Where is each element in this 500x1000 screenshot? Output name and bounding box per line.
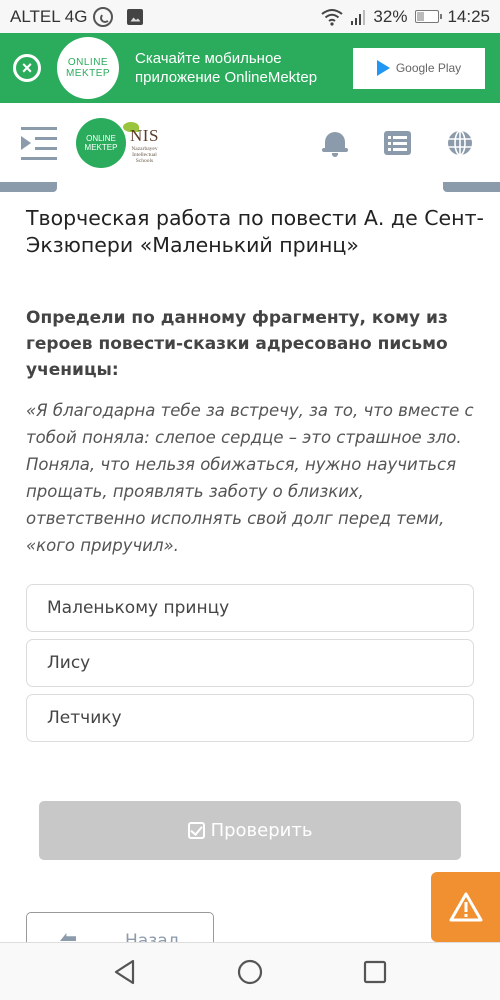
nav-back-icon	[114, 959, 135, 984]
app-download-banner: × ONLINE MEKTEP Скачайте мобильное прило…	[0, 33, 500, 103]
google-play-icon	[376, 60, 390, 76]
previous-tab-edge[interactable]	[0, 182, 57, 192]
check-button-label: Проверить	[210, 820, 313, 841]
warning-icon	[449, 892, 482, 922]
back-arrow-icon	[60, 933, 76, 941]
page-title: Творческая работа по повести А. де Сент-…	[26, 206, 484, 257]
nav-home-icon	[237, 959, 263, 984]
language-globe-icon[interactable]	[447, 130, 473, 156]
answer-option-label: Летчику	[47, 708, 122, 728]
next-tab-edge[interactable]	[443, 182, 500, 192]
logo-line-2: MEKTEP	[65, 68, 111, 79]
answer-options: Маленькому принцу Лису Летчику	[26, 584, 474, 742]
onlinemektep-logo: ONLINE MEKTEP	[57, 37, 119, 99]
answer-option[interactable]: Летчику	[26, 694, 474, 742]
nav-recents-icon	[363, 960, 387, 983]
battery-percent: 32%	[373, 6, 408, 26]
nav-home-button[interactable]	[188, 959, 313, 985]
carrier-label: ALTEL 4G	[10, 6, 88, 26]
nav-recents-button[interactable]	[313, 960, 438, 984]
close-banner-button[interactable]: ×	[13, 54, 41, 82]
header-logo-line-2: MEKTEP	[84, 143, 118, 152]
menu-toggle-icon[interactable]	[21, 126, 57, 160]
list-icon[interactable]	[384, 131, 411, 155]
nis-title: NIS	[130, 126, 159, 145]
report-problem-button[interactable]	[431, 872, 500, 942]
notifications-bell-icon[interactable]	[322, 129, 348, 157]
system-navigation-bar	[0, 942, 500, 1000]
nis-subtitle: Schools	[135, 158, 154, 164]
status-bar: ALTEL 4G 32% 14:25	[0, 0, 500, 33]
app-header: ONLINE MEKTEP NIS Nazarbayev Intellectua…	[0, 103, 500, 183]
battery-icon	[415, 10, 443, 23]
check-answer-button[interactable]: Проверить	[39, 801, 461, 860]
signal-icon	[351, 9, 366, 25]
gallery-icon	[127, 8, 144, 25]
nis-logo: NIS Nazarbayev Intellectual Schools	[123, 122, 159, 164]
logo-line-1: ONLINE	[67, 57, 109, 68]
close-icon: ×	[21, 58, 33, 78]
google-play-button[interactable]: Google Play	[353, 47, 485, 89]
answer-option-label: Лису	[47, 653, 91, 673]
question-text: Определи по данному фрагменту, кому из г…	[26, 308, 448, 380]
clock: 14:25	[447, 6, 490, 26]
checkbox-icon	[187, 822, 205, 839]
answer-option-label: Маленькому принцу	[47, 598, 230, 618]
answer-option[interactable]: Маленькому принцу	[26, 584, 474, 632]
quote-text: «Я благодарна тебе за встречу, за то, чт…	[26, 401, 474, 555]
header-logo-line-1: ONLINE	[86, 134, 116, 143]
banner-text: Скачайте мобильное приложение OnlineMekt…	[135, 50, 318, 86]
nav-back-button[interactable]	[63, 959, 188, 985]
wifi-icon	[321, 8, 344, 26]
answer-option[interactable]: Лису	[26, 639, 474, 687]
google-play-label: Google Play	[395, 61, 462, 75]
onlinemektep-header-logo[interactable]: ONLINE MEKTEP	[76, 118, 126, 168]
whatsapp-icon	[93, 6, 114, 27]
